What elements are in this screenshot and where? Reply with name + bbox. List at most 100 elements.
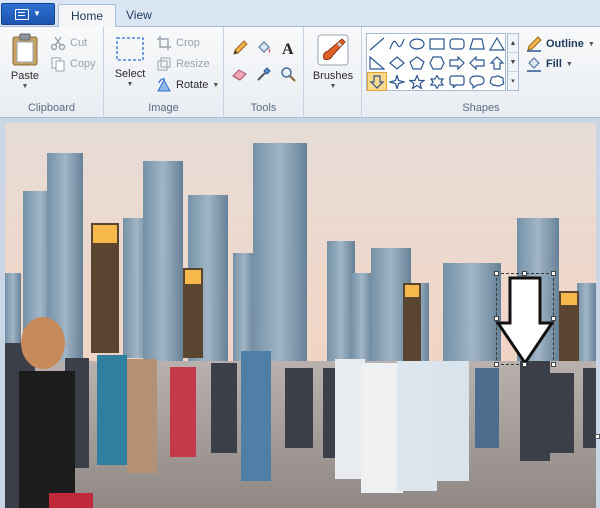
clipboard-icon (12, 33, 38, 66)
oval-callout-icon (469, 74, 485, 89)
paint-brush-icon (317, 34, 349, 66)
rounded-rectangle-shape[interactable] (447, 34, 467, 53)
resize-button[interactable]: Resize (156, 55, 210, 73)
resize-handle[interactable] (494, 316, 499, 321)
select-button[interactable]: Select ▼ (110, 35, 150, 88)
five-point-star-icon (409, 74, 425, 89)
rectangle-shape[interactable] (427, 34, 447, 53)
cloud-callout-shape[interactable] (487, 72, 507, 91)
five-point-star-shape[interactable] (407, 72, 427, 91)
diamond-icon (389, 55, 405, 70)
polygon-icon (469, 37, 485, 50)
file-menu-button[interactable]: ▼ (1, 3, 55, 25)
canvas-resize-handle[interactable] (595, 434, 600, 439)
brushes-button[interactable]: Brushes ▼ (308, 33, 358, 90)
resize-handle[interactable] (551, 362, 556, 367)
cut-button[interactable]: Cut (50, 34, 87, 52)
four-point-star-icon (389, 74, 405, 89)
triangle-shape[interactable] (487, 34, 507, 53)
copy-icon (51, 57, 65, 72)
oval-shape[interactable] (407, 34, 427, 53)
tab-home[interactable]: Home (58, 4, 117, 28)
four-point-star-shape[interactable] (387, 72, 407, 91)
eraser-tool[interactable] (229, 64, 251, 84)
fill-label: Fill (546, 58, 562, 70)
curve-icon (389, 38, 405, 49)
chevron-down-icon: ▼ (329, 83, 337, 90)
rectangle-icon (429, 37, 445, 50)
six-point-star-shape[interactable] (427, 72, 447, 91)
shapes-gallery (366, 33, 506, 91)
brushes-label: Brushes (312, 70, 354, 82)
hexagon-icon (429, 55, 445, 70)
scissors-icon (50, 36, 66, 51)
image-group-label: Image (148, 102, 179, 114)
fill-bucket-icon (527, 57, 541, 72)
ribbon: Paste ▼ Cut Copy Clipboard Select ▼ Crop… (0, 27, 600, 118)
resize-handle[interactable] (522, 271, 527, 276)
fill-bucket-icon (258, 41, 271, 53)
up-arrow-shape[interactable] (487, 53, 507, 72)
right-arrow-shape[interactable] (447, 53, 467, 72)
rounded-callout-shape[interactable] (447, 72, 467, 91)
outline-button[interactable]: Outline ▼ (526, 35, 595, 53)
eraser-icon (232, 69, 247, 81)
select-label: Select (114, 68, 146, 80)
hexagon-shape[interactable] (427, 53, 447, 72)
pentagon-shape[interactable] (407, 53, 427, 72)
resize-handle[interactable] (494, 271, 499, 276)
rotate-button[interactable]: Rotate ▼ (156, 76, 219, 94)
shape-selection-box[interactable] (494, 271, 556, 367)
shapes-gallery-scroll[interactable]: ▲ ▼ ▾ (507, 33, 519, 91)
resize-handle[interactable] (551, 271, 556, 276)
left-arrow-shape[interactable] (467, 53, 487, 72)
crop-button[interactable]: Crop (156, 34, 200, 52)
left-arrow-icon (469, 55, 485, 70)
down-arrow-shape[interactable] (367, 72, 387, 91)
magnifier-tool[interactable] (277, 64, 299, 84)
chevron-down-icon: ▼ (126, 81, 134, 88)
workspace (0, 118, 600, 508)
right-triangle-shape[interactable] (367, 53, 387, 72)
drawing-canvas[interactable] (5, 123, 596, 508)
oval-callout-shape[interactable] (467, 72, 487, 91)
chevron-down-icon: ▼ (587, 40, 595, 48)
rotate-label: Rotate (176, 79, 209, 91)
cloud-callout-icon (489, 74, 505, 87)
paste-button[interactable]: Paste ▼ (6, 33, 44, 90)
right-triangle-icon (369, 55, 385, 70)
color-picker-tool[interactable] (253, 64, 275, 84)
text-tool[interactable]: A (277, 38, 299, 58)
ribbon-tab-strip: ▼ Home View (0, 0, 600, 28)
line-shape[interactable] (367, 34, 387, 53)
shapes-group-label: Shapes (462, 102, 500, 114)
resize-handle[interactable] (494, 362, 499, 367)
polygon-shape[interactable] (467, 34, 487, 53)
resize-handle[interactable] (522, 362, 527, 367)
document-icon (15, 8, 30, 20)
expand-gallery-icon[interactable]: ▾ (508, 72, 518, 90)
select-rectangle-icon (116, 37, 144, 61)
scroll-down-icon[interactable]: ▼ (508, 53, 518, 72)
rounded-rectangle-icon (449, 37, 465, 50)
cut-label: Cut (70, 37, 88, 49)
resize-icon (157, 57, 171, 71)
curve-shape[interactable] (387, 34, 407, 53)
resize-handle[interactable] (551, 316, 556, 321)
chevron-down-icon: ▼ (33, 9, 41, 18)
scroll-up-icon[interactable]: ▲ (508, 34, 518, 53)
diamond-shape[interactable] (387, 53, 407, 72)
fill-button[interactable]: Fill ▼ (526, 55, 573, 73)
pencil-tool[interactable] (229, 38, 251, 58)
color-picker-icon (257, 67, 271, 81)
copy-button[interactable]: Copy (50, 55, 96, 73)
outline-label: Outline (546, 38, 584, 50)
six-point-star-icon (429, 74, 445, 89)
crop-label: Crop (176, 37, 200, 49)
triangle-icon (489, 36, 505, 51)
fill-tool[interactable] (253, 38, 275, 58)
paste-label: Paste (10, 70, 40, 82)
pentagon-icon (409, 55, 425, 70)
tab-view[interactable]: View (114, 4, 164, 28)
outline-pen-icon (527, 36, 542, 52)
